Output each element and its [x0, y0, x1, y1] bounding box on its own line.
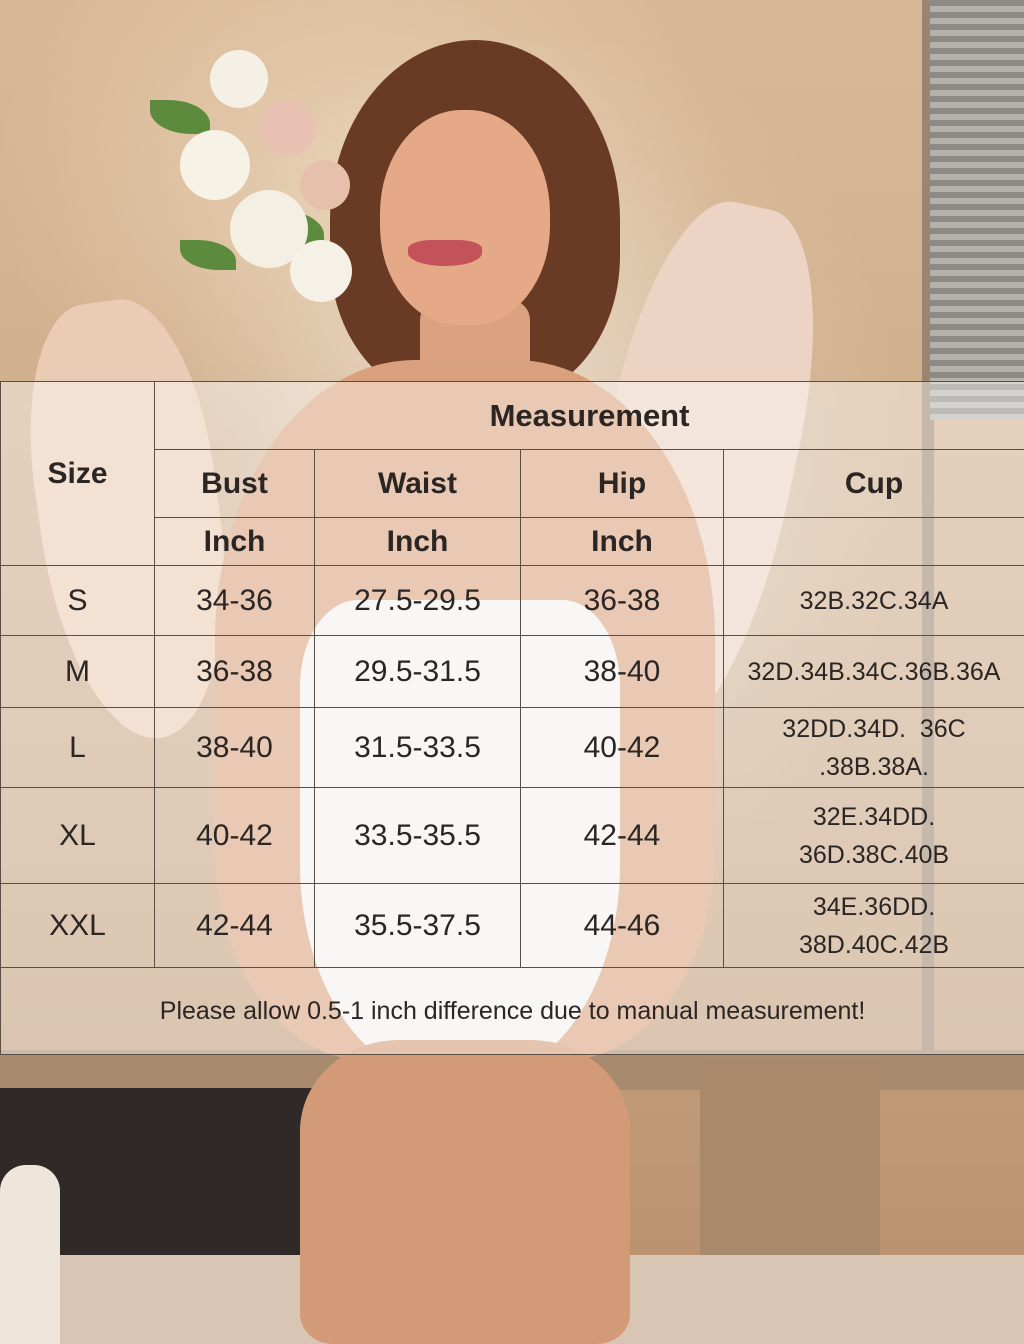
table-row: S 34-36 27.5-29.5 36-38 32B.32C.34A: [0, 565, 1024, 636]
measurement-header: Measurement: [153, 381, 1024, 450]
cup-line: 32B.32C.34A: [799, 586, 949, 615]
table-row: L 38-40 31.5-33.5 40-42 32DD.34D. 36C .3…: [0, 707, 1024, 788]
cup-unit: [722, 517, 1024, 566]
chair: [0, 1165, 60, 1344]
cup-line: 32E.34DD.: [812, 802, 936, 831]
hip-cell: 42-44: [520, 787, 724, 884]
cup-cell: 34E.36DD. 38D.40C.42B: [722, 883, 1024, 968]
bridal-bouquet: [110, 40, 370, 302]
cup-line: 34E.36DD.: [812, 892, 936, 921]
window-blinds: [930, 0, 1024, 420]
hip-header: Hip: [520, 449, 724, 518]
cup-line: 38D.40C.42B: [798, 930, 950, 959]
cup-line: 32D.34B.34C.36B.36A: [747, 657, 1001, 686]
size-cell: XL: [0, 787, 155, 884]
cup-cell: 32B.32C.34A: [722, 565, 1024, 636]
hip-cell: 40-42: [520, 707, 724, 788]
table-row: XL 40-42 33.5-35.5 42-44 32E.34DD. 36D.3…: [0, 787, 1024, 884]
face: [380, 110, 550, 325]
bust-cell: 36-38: [154, 635, 315, 708]
size-cell: M: [0, 635, 155, 708]
cup-line: 32DD.34D. 36C: [782, 714, 966, 743]
hip-cell: 36-38: [520, 565, 724, 636]
bust-cell: 42-44: [154, 883, 315, 968]
cup-line: 36D.38C.40B: [798, 840, 950, 869]
waist-header: Waist: [314, 449, 521, 518]
waist-unit: Inch: [314, 517, 521, 566]
waist-cell: 31.5-33.5: [314, 707, 521, 788]
cup-cell: 32E.34DD. 36D.38C.40B: [722, 787, 1024, 884]
hip-unit: Inch: [520, 517, 724, 566]
hip-cell: 44-46: [520, 883, 724, 968]
size-chart: Size Measurement Bust Waist Hip Cup Inch…: [0, 381, 1024, 1055]
size-cell: XXL: [0, 883, 155, 968]
cup-cell: 32DD.34D. 36C .38B.38A.: [722, 707, 1024, 788]
table-row: M 36-38 29.5-31.5 38-40 32D.34B.34C.36B.…: [0, 635, 1024, 708]
legs: [300, 1040, 630, 1344]
size-cell: L: [0, 707, 155, 788]
waist-cell: 33.5-35.5: [314, 787, 521, 884]
table-row: XXL 42-44 35.5-37.5 44-46 34E.36DD. 38D.…: [0, 883, 1024, 968]
cup-header: Cup: [722, 449, 1024, 518]
bust-header: Bust: [154, 449, 315, 518]
cup-line: .38B.38A.: [819, 752, 929, 781]
size-cell: S: [0, 565, 155, 636]
bust-cell: 40-42: [154, 787, 315, 884]
bust-cell: 38-40: [154, 707, 315, 788]
cup-cell: 32D.34B.34C.36B.36A: [722, 635, 1024, 708]
size-table: Size Measurement Bust Waist Hip Cup Inch…: [0, 381, 1024, 1055]
waist-cell: 27.5-29.5: [314, 565, 521, 636]
lips: [408, 240, 482, 266]
pillar: [700, 1060, 880, 1260]
bust-unit: Inch: [154, 517, 315, 566]
hip-cell: 38-40: [520, 635, 724, 708]
waist-cell: 29.5-31.5: [314, 635, 521, 708]
measurement-note: Please allow 0.5-1 inch difference due t…: [0, 967, 1024, 1055]
bust-cell: 34-36: [154, 565, 315, 636]
size-header: Size: [0, 381, 155, 566]
waist-cell: 35.5-37.5: [314, 883, 521, 968]
